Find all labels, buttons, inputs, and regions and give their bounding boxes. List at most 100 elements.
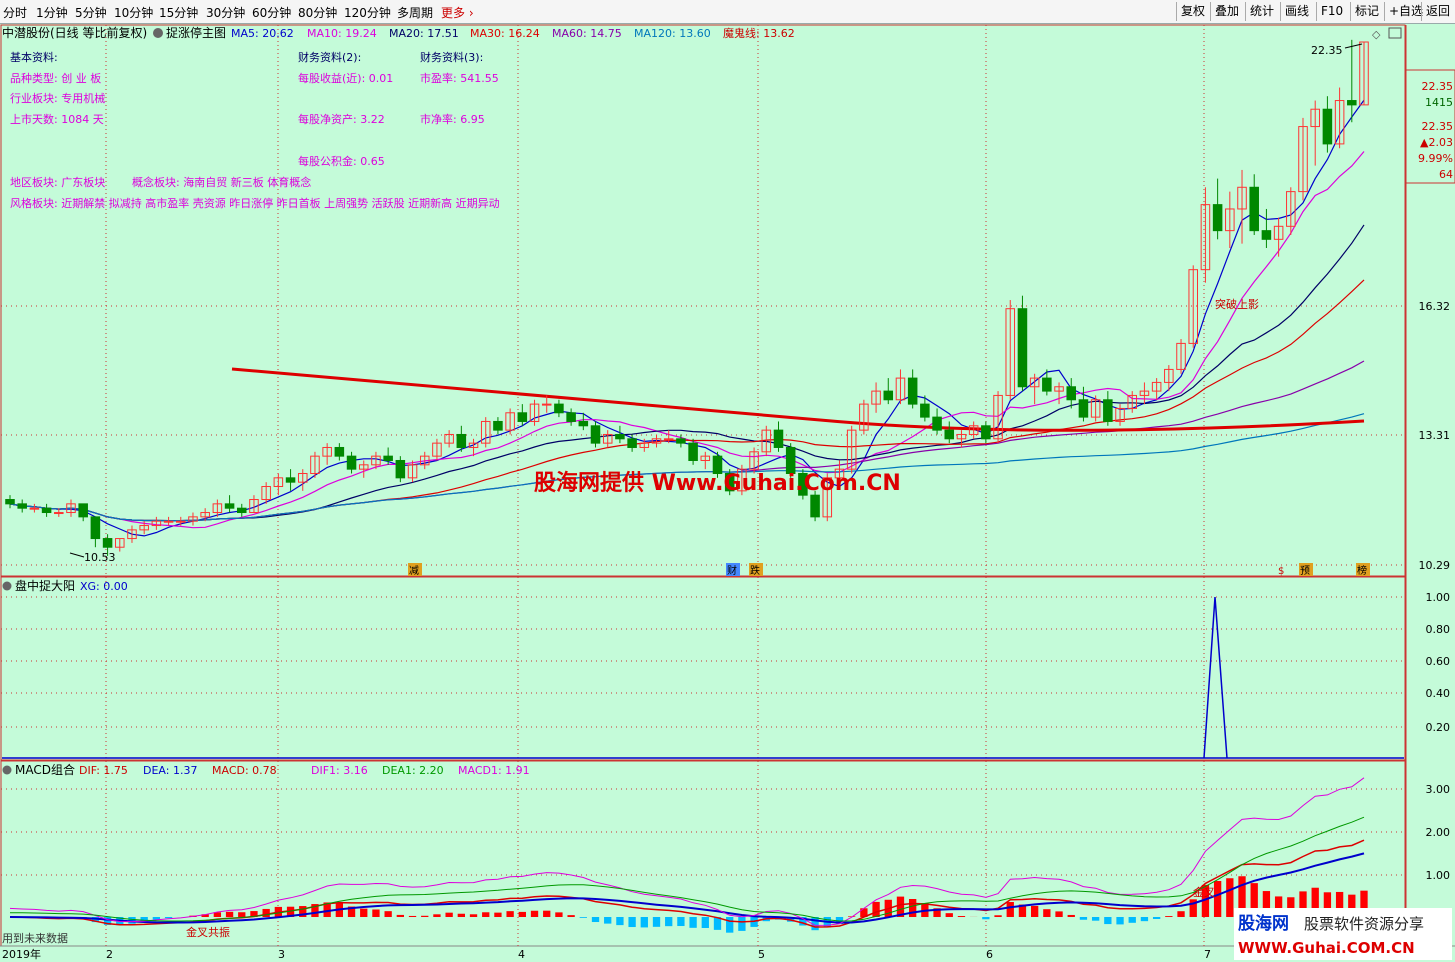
ma120-label: MA120: 13.60 [634,27,711,40]
panel2-tick: 0.80 [1426,623,1451,636]
basic-days: 上市天数: 1084 天 [10,112,104,126]
tf-10min[interactable]: 10分钟 [114,4,153,21]
candle-body [1042,377,1052,392]
tf-5min[interactable]: 5分钟 [75,4,107,21]
diamond-icon[interactable]: ◇ [1372,28,1381,41]
candle-body [566,412,576,422]
candle-body [17,503,27,509]
panel2-xg: XG: 0.00 [80,580,128,593]
event-marker[interactable]: 跌 [750,564,760,577]
date-tick: 3 [278,948,285,961]
xg-signal-spike [1203,596,1228,759]
macd-tick: 1.00 [1426,869,1451,882]
candle-body [785,446,796,474]
panel2-tick: 1.00 [1426,591,1451,604]
stock-title: 中潜股份(日线 等比前复权) [2,25,147,40]
basic-industry: 行业板块: 专用机械 [10,91,105,105]
candle-body [1347,100,1357,106]
date-tick: 6 [986,948,993,961]
candle-body [932,416,942,431]
candle-body [944,429,955,440]
candle-body [78,503,88,518]
date-tick: 4 [518,948,525,961]
logo-brand: 股海网 [1238,913,1289,934]
f10-button[interactable]: F10 [1316,2,1347,21]
price-tick: 13.31 [1419,429,1451,442]
candle-body [1017,308,1028,388]
mark-button[interactable]: 标记 [1350,2,1383,21]
macd-dea-label: DEA: 1.37 [143,764,197,777]
tf-80min[interactable]: 80分钟 [298,4,337,21]
fin3-pb: 市净率: 6.95 [420,112,485,126]
stock-chart[interactable]: 中潜股份(日线 等比前复权) 捉涨停主图 MA5: 20.62 MA10: 19… [0,24,1455,962]
candle-body [224,503,235,509]
overlay-button[interactable]: 叠加 [1210,2,1243,21]
candle-body [395,459,406,479]
stats-button[interactable]: 统计 [1245,2,1278,21]
candle-body [176,520,186,523]
candle-body [1249,186,1259,232]
panel3-toggle-icon[interactable] [2,765,12,775]
panel-toggle-icon[interactable] [1388,27,1402,39]
candle-body [163,520,174,523]
indicator-toggle-icon[interactable] [153,28,163,38]
tf-15min[interactable]: 15分钟 [159,4,198,21]
more-button[interactable]: 更多 › [441,4,474,21]
tf-multi[interactable]: 多周期 [397,4,433,21]
dif1-line [9,777,1365,926]
quote-volume: 1415 [1425,96,1453,109]
candle-body [1212,204,1223,232]
tf-1min[interactable]: 1分钟 [36,4,68,21]
candle-body [41,507,52,514]
date-tick: 7 [1204,948,1211,961]
panel2-tick: 0.20 [1426,721,1451,734]
candle-body [541,403,552,406]
fuquan-button[interactable]: 复权 [1176,2,1209,21]
event-marker[interactable]: 减 [409,565,419,577]
candle-body [627,438,637,448]
event-marker[interactable]: 财 [727,564,737,577]
draw-button[interactable]: 画线 [1280,2,1313,21]
panel3-title: MACD组合 [15,762,75,777]
style-sector: 风格板块: 近期解禁 拟减持 高市盈率 壳资源 昨日涨停 昨日首板 上周强势 活… [10,196,500,210]
candle-body [663,438,674,441]
candle-body [810,494,820,518]
candle-body [920,403,930,418]
max-price-label: 22.35 [1311,44,1343,57]
candle-body [493,420,503,431]
price-tick: 16.32 [1419,300,1451,313]
event-marker[interactable]: $ [1278,566,1284,577]
fin2-eps: 每股收益(近): 0.01 [298,71,393,85]
back-button[interactable]: 返回 [1421,2,1454,21]
event-marker[interactable]: 预 [1300,565,1310,577]
price-tick: 10.29 [1419,559,1451,572]
panel2-tick: 0.40 [1426,687,1451,700]
candle-body [1066,386,1077,401]
candle-body [383,455,393,461]
date-tick: 5 [758,948,765,961]
date-tick: 2 [106,948,113,961]
tf-fenshi[interactable]: 分时 [3,4,27,21]
golden-cross-label: 金叉共振 [186,925,230,939]
candle-body [334,446,345,457]
candle-body [29,507,40,510]
candle-body [90,516,101,540]
tf-30min[interactable]: 30分钟 [206,4,245,21]
event-marker[interactable]: 榜 [1357,564,1367,577]
devil-line-label: 魔鬼线: 13.62 [723,26,795,40]
candle-body [981,425,991,440]
indicator-name: 捉涨停主图 [166,25,226,40]
tf-60min[interactable]: 60分钟 [252,4,291,21]
panel2-toggle-icon[interactable] [2,581,12,591]
golden-cross-label-2: 金叉 [1193,885,1215,899]
candle-body [1078,399,1089,418]
candle-body [456,433,467,448]
chevron-right-icon: › [465,6,474,20]
macd-dea1-label: DEA1: 2.20 [382,764,444,777]
quote-change: ▲2.03 [1420,136,1453,149]
macd-tick: 2.00 [1426,826,1451,839]
fin2-bvps: 每股净资产: 3.22 [298,112,385,126]
quote-num: 64 [1439,168,1453,181]
tf-120min[interactable]: 120分钟 [344,4,391,21]
more-label: 更多 [441,6,466,20]
